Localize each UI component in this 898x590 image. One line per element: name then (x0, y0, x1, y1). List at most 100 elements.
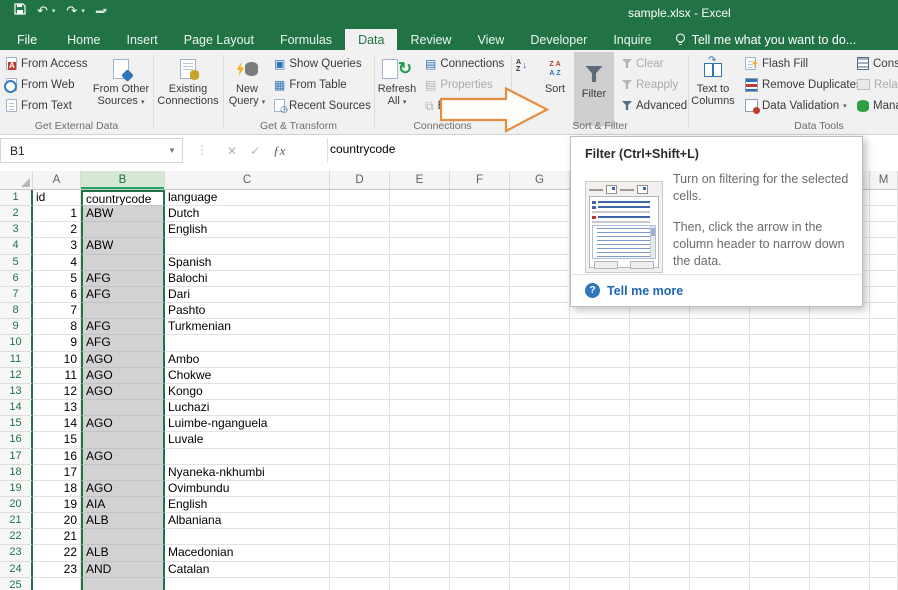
cell-J21[interactable] (690, 513, 750, 529)
cell-B9[interactable]: AFG (81, 319, 165, 335)
cell-I24[interactable] (630, 562, 690, 578)
row-header-10[interactable]: 10 (0, 335, 33, 351)
cell-L22[interactable] (810, 529, 870, 545)
cell-C22[interactable] (165, 529, 330, 545)
cell-A15[interactable]: 14 (33, 416, 81, 432)
column-header-E[interactable]: E (390, 171, 450, 189)
cell-J11[interactable] (690, 352, 750, 368)
cell-M19[interactable] (870, 481, 898, 497)
cell-J15[interactable] (690, 416, 750, 432)
cell-H14[interactable] (570, 400, 630, 416)
cell-M2[interactable] (870, 206, 898, 222)
cell-D19[interactable] (330, 481, 390, 497)
advanced-filter-button[interactable]: Advanced (620, 96, 689, 115)
cell-G13[interactable] (510, 384, 570, 400)
cell-I11[interactable] (630, 352, 690, 368)
cell-C1[interactable]: language (165, 190, 330, 206)
row-header-19[interactable]: 19 (0, 481, 33, 497)
cell-C13[interactable]: Kongo (165, 384, 330, 400)
cell-E12[interactable] (390, 368, 450, 384)
cell-G20[interactable] (510, 497, 570, 513)
cell-I10[interactable] (630, 335, 690, 351)
column-header-G[interactable]: G (510, 171, 570, 189)
cell-A2[interactable]: 1 (33, 206, 81, 222)
cell-J20[interactable] (690, 497, 750, 513)
cell-A12[interactable]: 11 (33, 368, 81, 384)
cell-F25[interactable] (450, 578, 510, 590)
cell-F12[interactable] (450, 368, 510, 384)
cell-M1[interactable] (870, 190, 898, 206)
cell-E19[interactable] (390, 481, 450, 497)
cell-G8[interactable] (510, 303, 570, 319)
cell-E24[interactable] (390, 562, 450, 578)
cell-C17[interactable] (165, 449, 330, 465)
row-header-3[interactable]: 3 (0, 222, 33, 238)
from-table-button[interactable]: ▦ From Table (272, 75, 373, 94)
cell-D10[interactable] (330, 335, 390, 351)
cell-K16[interactable] (750, 432, 810, 448)
cell-F9[interactable] (450, 319, 510, 335)
cell-F6[interactable] (450, 271, 510, 287)
cell-F5[interactable] (450, 255, 510, 271)
cell-C10[interactable] (165, 335, 330, 351)
from-access-button[interactable]: From Access (4, 54, 89, 73)
cell-B21[interactable]: ALB (81, 513, 165, 529)
cell-M5[interactable] (870, 255, 898, 271)
cell-G1[interactable] (510, 190, 570, 206)
cell-M22[interactable] (870, 529, 898, 545)
cell-E18[interactable] (390, 465, 450, 481)
cell-H21[interactable] (570, 513, 630, 529)
cell-E7[interactable] (390, 287, 450, 303)
show-queries-button[interactable]: ▣ Show Queries (272, 54, 373, 73)
cell-D20[interactable] (330, 497, 390, 513)
cell-F1[interactable] (450, 190, 510, 206)
cell-C23[interactable]: Macedonian (165, 545, 330, 561)
confirm-entry-icon[interactable]: ✓ (250, 144, 260, 158)
cell-B3[interactable] (81, 222, 165, 238)
cell-J19[interactable] (690, 481, 750, 497)
cell-B6[interactable]: AFG (81, 271, 165, 287)
cell-B1[interactable]: countrycode (81, 190, 165, 206)
cell-E23[interactable] (390, 545, 450, 561)
cell-K22[interactable] (750, 529, 810, 545)
cell-C12[interactable]: Chokwe (165, 368, 330, 384)
cell-L19[interactable] (810, 481, 870, 497)
cell-I13[interactable] (630, 384, 690, 400)
cell-K21[interactable] (750, 513, 810, 529)
connections-button[interactable]: ▤ Connections (423, 54, 506, 73)
name-box[interactable]: B1 ▼ (0, 138, 183, 163)
cell-H20[interactable] (570, 497, 630, 513)
cell-M10[interactable] (870, 335, 898, 351)
tab-formulas[interactable]: Formulas (267, 29, 345, 50)
cell-F3[interactable] (450, 222, 510, 238)
cell-L24[interactable] (810, 562, 870, 578)
cell-G10[interactable] (510, 335, 570, 351)
cell-G23[interactable] (510, 545, 570, 561)
cell-I19[interactable] (630, 481, 690, 497)
cell-M11[interactable] (870, 352, 898, 368)
cell-M8[interactable] (870, 303, 898, 319)
cell-A19[interactable]: 18 (33, 481, 81, 497)
customize-qat-icon[interactable]: ▬▾ (96, 6, 106, 15)
cell-G6[interactable] (510, 271, 570, 287)
cell-A6[interactable]: 5 (33, 271, 81, 287)
cell-J16[interactable] (690, 432, 750, 448)
cell-K15[interactable] (750, 416, 810, 432)
cell-B16[interactable] (81, 432, 165, 448)
row-header-21[interactable]: 21 (0, 513, 33, 529)
cell-H18[interactable] (570, 465, 630, 481)
cell-B12[interactable]: AGO (81, 368, 165, 384)
cell-D5[interactable] (330, 255, 390, 271)
cell-D14[interactable] (330, 400, 390, 416)
cell-G24[interactable] (510, 562, 570, 578)
cell-F13[interactable] (450, 384, 510, 400)
tab-inquire[interactable]: Inquire (600, 29, 664, 50)
cell-F17[interactable] (450, 449, 510, 465)
cell-G4[interactable] (510, 238, 570, 254)
cell-A14[interactable]: 13 (33, 400, 81, 416)
cell-F20[interactable] (450, 497, 510, 513)
recent-sources-button[interactable]: ◷ Recent Sources (272, 96, 373, 115)
cell-C19[interactable]: Ovimbundu (165, 481, 330, 497)
cell-K17[interactable] (750, 449, 810, 465)
cell-E14[interactable] (390, 400, 450, 416)
